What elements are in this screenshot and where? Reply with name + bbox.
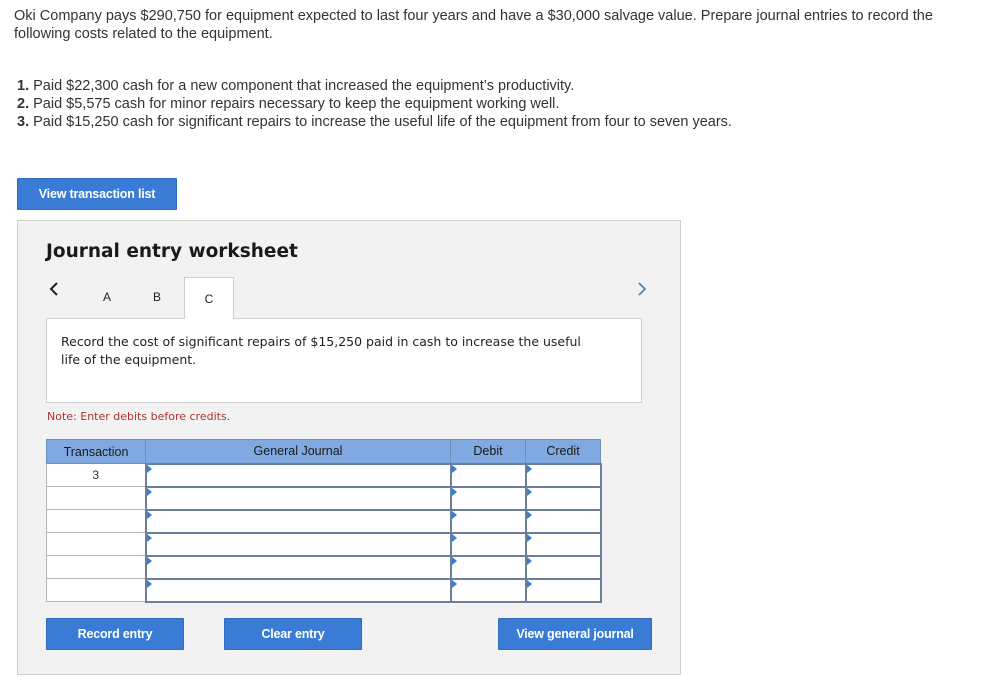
debit-input[interactable] — [449, 508, 527, 534]
header-general-journal: General Journal — [145, 439, 451, 464]
chevron-right-icon[interactable] — [636, 281, 648, 297]
table-row — [46, 531, 602, 557]
debit-input[interactable] — [449, 554, 527, 580]
entry-description: Record the cost of significant repairs o… — [61, 334, 581, 367]
requirement-item: 2. Paid $5,575 cash for minor repairs ne… — [17, 95, 732, 113]
transaction-cell — [46, 486, 146, 510]
requirement-text: Paid $15,250 cash for significant repair… — [33, 114, 732, 130]
view-general-journal-button[interactable]: View general journal — [498, 618, 652, 650]
requirement-number: 1. — [17, 78, 30, 94]
table-row — [46, 485, 602, 511]
view-transaction-list-button[interactable]: View transaction list — [17, 178, 177, 210]
table-row — [46, 577, 602, 603]
account-select[interactable] — [144, 462, 452, 488]
requirement-item: 3. Paid $15,250 cash for significant rep… — [17, 113, 732, 131]
header-credit: Credit — [525, 439, 601, 464]
table-row — [46, 508, 602, 534]
entry-description-panel: Record the cost of significant repairs o… — [46, 318, 642, 403]
requirement-number: 3. — [17, 114, 30, 130]
header-debit: Debit — [450, 439, 526, 464]
transaction-cell — [46, 555, 146, 579]
credit-input[interactable] — [524, 554, 602, 580]
debit-input[interactable] — [449, 577, 527, 603]
transaction-cell — [46, 509, 146, 533]
transaction-cell — [46, 578, 146, 602]
credit-input[interactable] — [524, 577, 602, 603]
journal-table-header: Transaction General Journal Debit Credit — [46, 439, 601, 464]
chevron-left-icon[interactable] — [48, 281, 60, 297]
record-entry-button[interactable]: Record entry — [46, 618, 184, 650]
credit-input[interactable] — [524, 462, 602, 488]
transaction-cell: 3 — [46, 463, 146, 487]
account-select[interactable] — [144, 577, 452, 603]
debit-input[interactable] — [449, 531, 527, 557]
table-row: 3 — [46, 462, 602, 488]
journal-table: Transaction General Journal Debit Credit… — [46, 439, 602, 603]
journal-entry-worksheet: Journal entry worksheet A B C Record the… — [17, 220, 681, 675]
debit-input[interactable] — [449, 462, 527, 488]
account-select[interactable] — [144, 554, 452, 580]
tab-c[interactable]: C — [184, 277, 234, 319]
requirement-text: Paid $5,575 cash for minor repairs neces… — [33, 96, 560, 112]
problem-statement: Oki Company pays $290,750 for equipment … — [14, 8, 933, 42]
transaction-cell — [46, 532, 146, 556]
account-select[interactable] — [144, 508, 452, 534]
entry-note: Note: Enter debits before credits. — [47, 410, 231, 423]
credit-input[interactable] — [524, 508, 602, 534]
credit-input[interactable] — [524, 485, 602, 511]
clear-entry-button[interactable]: Clear entry — [224, 618, 362, 650]
requirement-text: Paid $22,300 cash for a new component th… — [33, 78, 575, 94]
debit-input[interactable] — [449, 485, 527, 511]
tab-b[interactable]: B — [146, 277, 168, 317]
requirement-item: 1. Paid $22,300 cash for a new component… — [17, 77, 732, 95]
account-select[interactable] — [144, 531, 452, 557]
table-row — [46, 554, 602, 580]
requirement-number: 2. — [17, 96, 30, 112]
header-transaction: Transaction — [46, 439, 146, 464]
requirements-list: 1. Paid $22,300 cash for a new component… — [17, 77, 732, 131]
account-select[interactable] — [144, 485, 452, 511]
tab-a[interactable]: A — [96, 277, 118, 317]
credit-input[interactable] — [524, 531, 602, 557]
worksheet-title: Journal entry worksheet — [46, 241, 298, 262]
